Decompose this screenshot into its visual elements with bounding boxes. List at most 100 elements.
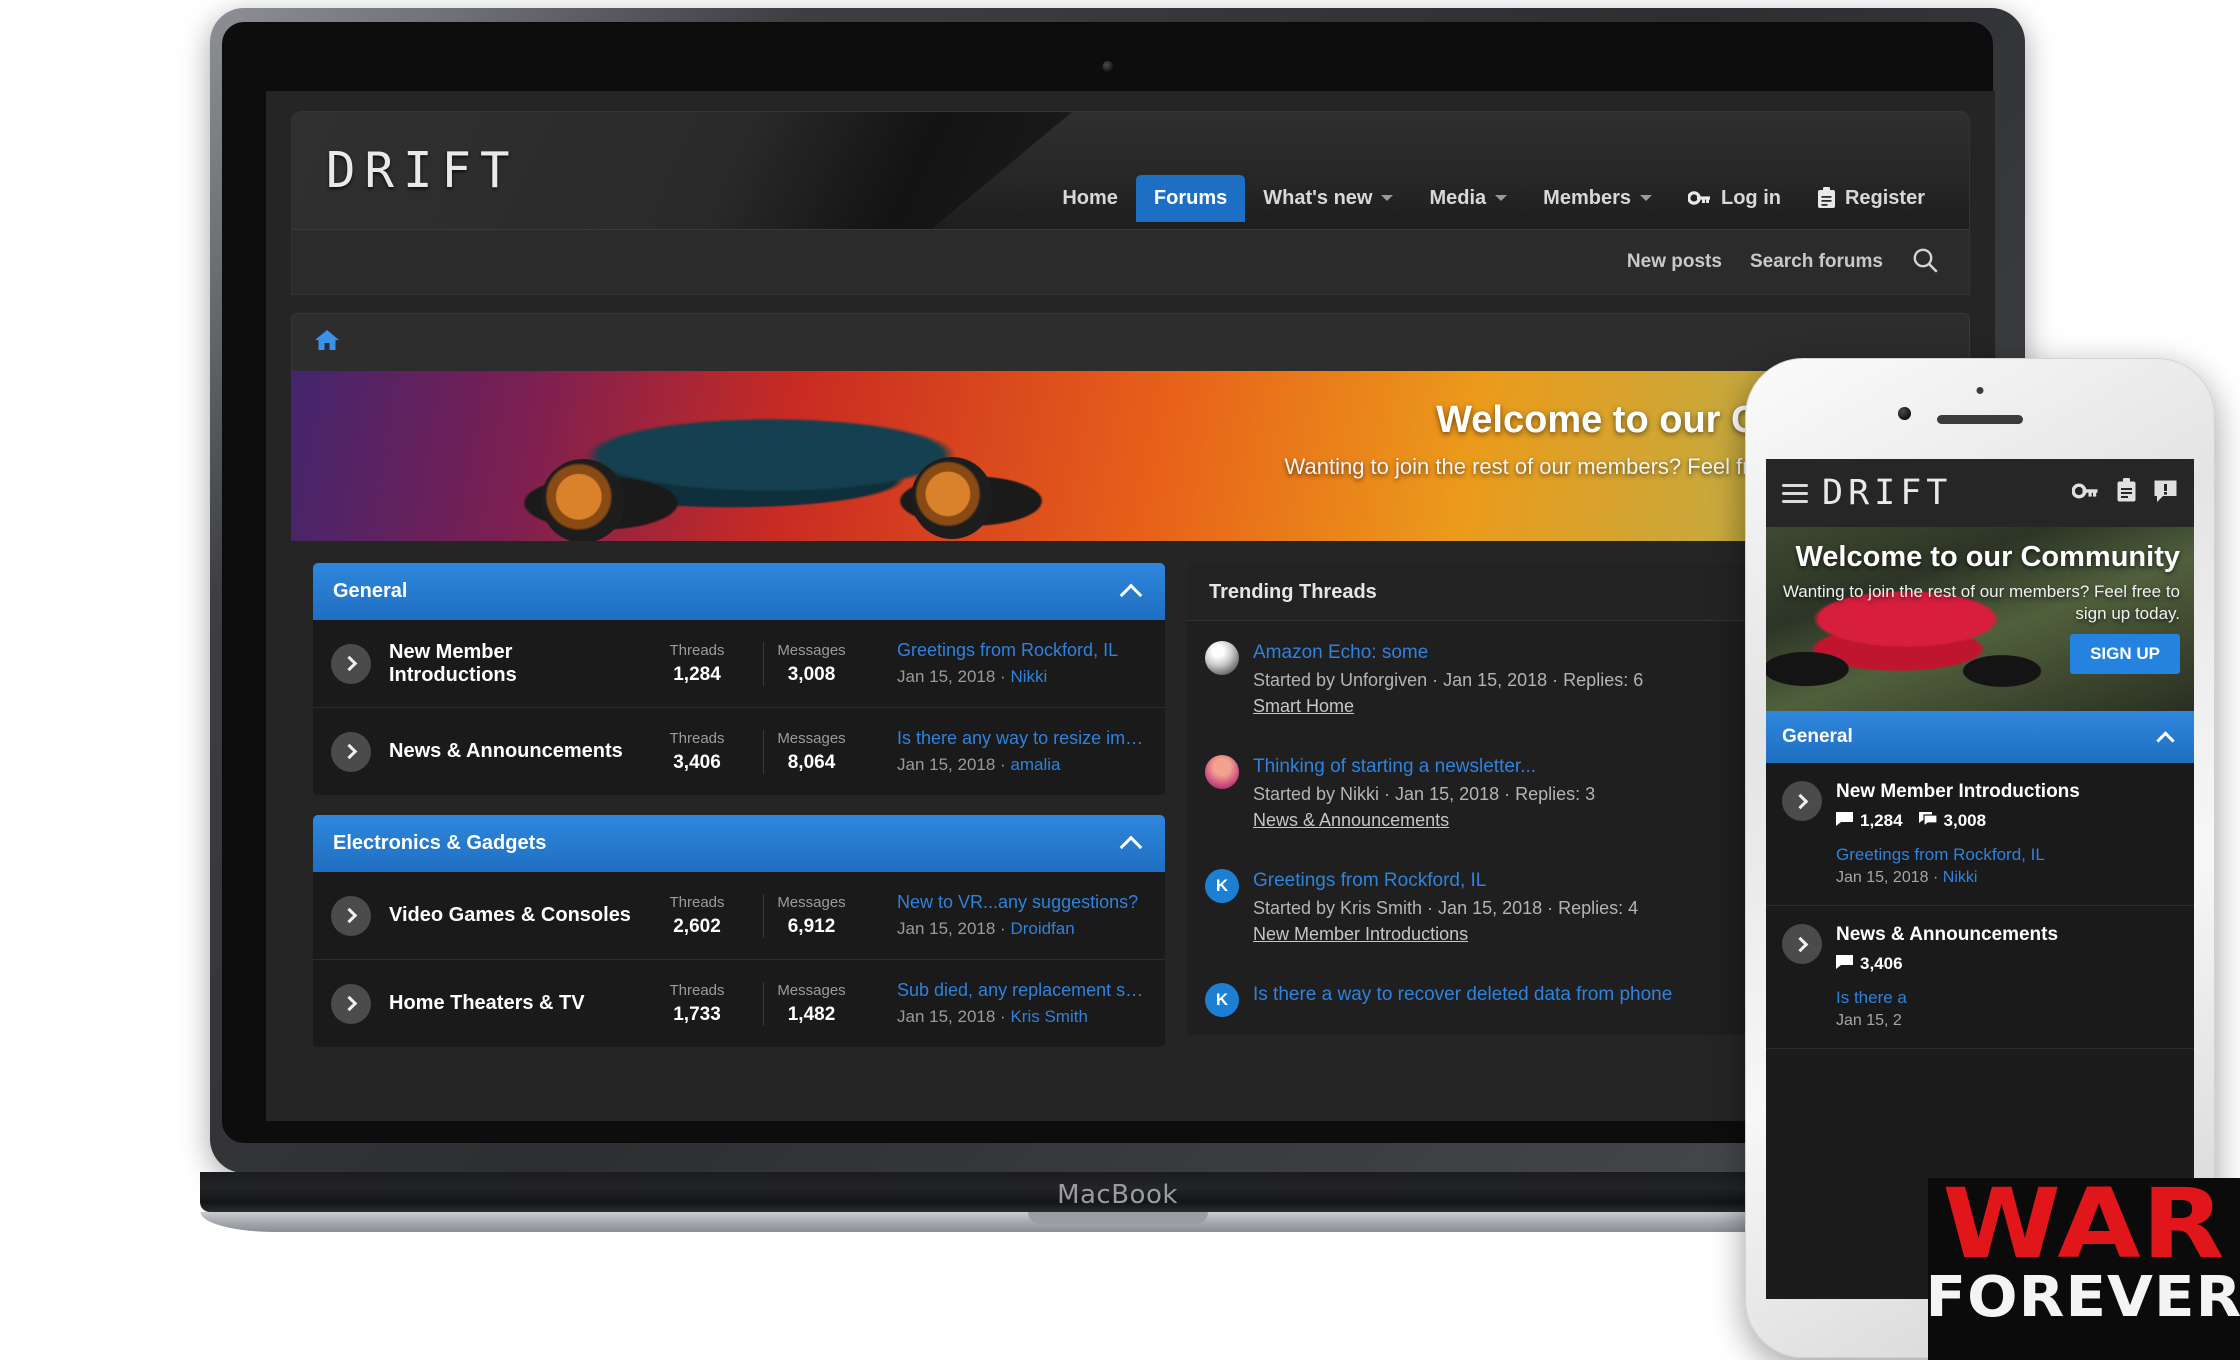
avatar[interactable]: K (1205, 869, 1239, 904)
trending-thread-meta: Started by Nikki · Jan 15, 2018 · Replie… (1253, 783, 1596, 804)
trending-thread-forum[interactable]: News & Announcements (1253, 810, 1595, 831)
messages-label: Messages (777, 893, 846, 911)
mobile-forum-title[interactable]: News & Announcements (1836, 924, 2058, 946)
messages-value: 3,008 (787, 663, 836, 685)
mobile-last-post-meta: Jan 15, 2 (1836, 1012, 1902, 1029)
mobile-signup-button[interactable]: SIGN UP (2070, 633, 2180, 674)
avatar[interactable]: K (1205, 983, 1239, 1018)
site-logo[interactable]: DRIFT (326, 142, 519, 199)
chevron-down-icon (1381, 195, 1394, 201)
mobile-category-header[interactable]: General (1766, 711, 2194, 763)
nav-item-members[interactable]: Members (1525, 175, 1670, 222)
messages-value: 1,482 (787, 1003, 836, 1025)
avatar[interactable] (1205, 755, 1239, 790)
search-forums-link[interactable]: Search forums (1750, 251, 1883, 273)
forum-title[interactable]: Home Theaters & TV (389, 992, 631, 1015)
login-button[interactable]: Log in (1670, 175, 1799, 222)
hero-title: Welcome to our Community (1436, 399, 1940, 441)
threads-value: 3,406 (673, 751, 721, 773)
last-post-user[interactable]: Nikki (1010, 667, 1047, 686)
trending-thread-forum[interactable]: New Member Introductions (1253, 924, 1638, 945)
mobile-hero-text: Welcome to our Community Wanting to join… (1766, 527, 2194, 674)
nav-item-whats-new[interactable]: What's new (1245, 175, 1411, 222)
webcam-icon (1102, 61, 1113, 72)
mobile-site-logo[interactable]: DRIFT (1822, 473, 2072, 513)
primary-navigation: Home Forums What's new Media Members Log… (1044, 167, 1943, 229)
mobile-last-post-title[interactable]: Greetings from Rockford, IL (1836, 845, 2080, 865)
threads-value: 1,284 (1860, 811, 1903, 830)
new-posts-link[interactable]: New posts (1627, 251, 1722, 273)
nav-item-label: Members (1543, 186, 1631, 209)
sensor-dot-icon (1976, 387, 1984, 394)
last-post-user[interactable]: Kris Smith (1010, 1007, 1087, 1026)
mobile-last-post-user[interactable]: Nikki (1943, 869, 1978, 886)
mobile-forum-row[interactable]: New Member Introductions 1,284 3,008 Gre… (1766, 763, 2194, 906)
register-button[interactable]: Register (1799, 175, 1943, 222)
register-label: Register (1844, 186, 1925, 209)
macbook-screen: DRIFT Home Forums What's new Media Membe… (266, 91, 1995, 1121)
hamburger-icon[interactable] (1782, 483, 1808, 503)
forum-row[interactable]: News & Announcements Threads 3,406 Messa… (313, 708, 1165, 795)
nav-item-home[interactable]: Home (1044, 175, 1136, 222)
avatar[interactable] (1205, 641, 1239, 675)
clipboard-icon[interactable] (2116, 478, 2137, 508)
nav-item-label: Forums (1153, 186, 1228, 209)
mobile-forum-body: New Member Introductions 1,284 3,008 Gre… (1836, 781, 2080, 887)
last-post: New to VR...any suggestions? Jan 15, 201… (877, 892, 1147, 939)
nav-item-label: Media (1429, 186, 1487, 209)
thread-icon (1836, 954, 1853, 974)
trending-thread-title[interactable]: Thinking of starting a newsletter... (1253, 755, 1595, 779)
mobile-forum-row[interactable]: News & Announcements 3,406 Is there a Ja… (1766, 906, 2194, 1049)
search-icon[interactable] (1911, 246, 1939, 279)
forum-title[interactable]: Video Games & Consoles (389, 904, 631, 927)
last-post-user[interactable]: Droidfan (1010, 919, 1074, 938)
last-post-user[interactable]: amalia (1010, 755, 1060, 774)
trending-thread-forum[interactable]: Smart Home (1253, 696, 1643, 717)
last-post: Is there any way to resize image… Jan 15… (877, 728, 1147, 775)
forum-title[interactable]: New Member Introductions (389, 641, 631, 687)
mobile-hero-subtitle: Wanting to join the rest of our members?… (1782, 582, 2180, 623)
chevron-right-icon (331, 731, 371, 772)
nav-item-forums[interactable]: Forums (1135, 174, 1246, 222)
home-icon[interactable] (314, 328, 340, 357)
last-post-title[interactable]: Greetings from Rockford, IL (897, 640, 1147, 661)
chevron-right-icon (331, 983, 371, 1024)
forum-row[interactable]: New Member Introductions Threads 1,284 M… (313, 620, 1165, 708)
chevron-up-icon[interactable] (1119, 835, 1143, 858)
chevron-right-icon (331, 895, 371, 936)
messages-label: Messages (777, 981, 846, 999)
secondary-navigation: New posts Search forums (291, 229, 1970, 295)
site-header: DRIFT Home Forums What's new Media Membe… (291, 111, 1970, 229)
clipboard-icon (1817, 187, 1836, 209)
last-post-title[interactable]: Sub died, any replacement sugg… (897, 980, 1147, 1001)
last-post-title[interactable]: Is there any way to resize image… (897, 728, 1147, 749)
key-icon[interactable] (2071, 481, 2100, 506)
thread-icon (1836, 811, 1853, 831)
last-post-title[interactable]: New to VR...any suggestions? (897, 892, 1147, 913)
mobile-forum-title[interactable]: New Member Introductions (1836, 781, 2080, 803)
last-post-date: Jan 15, 2018 (897, 755, 996, 774)
forum-title[interactable]: News & Announcements (389, 740, 631, 763)
macbook-notch (1027, 1212, 1208, 1224)
messages-stat: Messages 8,064 (763, 729, 859, 774)
category-header[interactable]: Electronics & Gadgets (313, 815, 1165, 872)
forum-row[interactable]: Home Theaters & TV Threads 1,733 Message… (313, 960, 1165, 1047)
threads-stat: Threads 2,602 (649, 894, 745, 938)
nav-item-label: What's new (1263, 186, 1373, 209)
trending-thread-title[interactable]: Greetings from Rockford, IL (1253, 869, 1638, 893)
trending-thread-title[interactable]: Is there a way to recover deleted data f… (1253, 983, 1672, 1007)
nav-item-media[interactable]: Media (1411, 175, 1525, 222)
mobile-last-post-title[interactable]: Is there a (1836, 988, 2058, 1008)
category-header[interactable]: General (313, 563, 1165, 620)
alert-icon[interactable] (2153, 479, 2178, 508)
chevron-up-icon[interactable] (2156, 730, 2175, 750)
chevron-up-icon[interactable] (1119, 583, 1143, 606)
threads-value: 2,602 (673, 915, 721, 937)
last-post-meta: Jan 15, 2018 · amalia (897, 755, 1147, 775)
mobile-last-post-meta: Jan 15, 2018 · Nikki (1836, 869, 2080, 887)
forum-row[interactable]: Video Games & Consoles Threads 2,602 Mes… (313, 872, 1165, 960)
messages-stat: Messages 6,912 (763, 893, 859, 938)
trending-thread-title[interactable]: Amazon Echo: some (1253, 641, 1643, 665)
meta-separator: · (1000, 919, 1011, 938)
forum-site: DRIFT Home Forums What's new Media Membe… (266, 111, 1995, 1121)
